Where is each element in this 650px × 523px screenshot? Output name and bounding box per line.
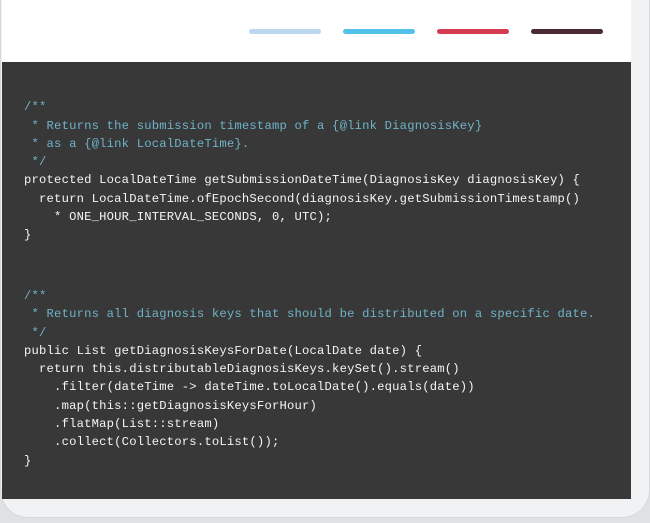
tab-indicator-3[interactable] [437,29,509,34]
code-block-1: /** * Returns the submission timestamp o… [24,98,621,244]
code-line: * ONE_HOUR_INTERVAL_SECONDS, 0, UTC); [24,210,332,224]
javadoc-line: * Returns all diagnosis keys that should… [24,307,595,321]
code-line: } [24,454,32,468]
code-line: protected LocalDateTime getSubmissionDat… [24,173,580,187]
code-line: } [24,228,32,242]
javadoc-line: * as a {@link LocalDateTime}. [24,137,249,151]
tab-indicator-2[interactable] [343,29,415,34]
code-line: public List getDiagnosisKeysForDate(Loca… [24,344,422,358]
javadoc-line: */ [24,155,47,169]
javadoc-line: */ [24,326,47,340]
code-editor[interactable]: /** * Returns the submission timestamp o… [2,62,631,499]
screen: /** * Returns the submission timestamp o… [2,0,631,499]
javadoc-line: /** [24,100,47,114]
code-block-2: /** * Returns all diagnosis keys that sh… [24,287,621,470]
tab-bar [2,0,631,62]
tab-indicator-1[interactable] [249,29,321,34]
tab-indicator-4[interactable] [531,29,603,34]
code-line: .flatMap(List::stream) [24,417,219,431]
javadoc-line: * Returns the submission timestamp of a … [24,119,482,133]
code-line: .map(this::getDiagnosisKeysForHour) [24,399,317,413]
code-line: .filter(dateTime -> dateTime.toLocalDate… [24,380,475,394]
code-line: .collect(Collectors.toList()); [24,435,279,449]
javadoc-line: /** [24,289,47,303]
device-frame: /** * Returns the submission timestamp o… [0,0,650,518]
code-line: return this.distributableDiagnosisKeys.k… [24,362,460,376]
code-line: return LocalDateTime.ofEpochSecond(diagn… [24,192,580,206]
